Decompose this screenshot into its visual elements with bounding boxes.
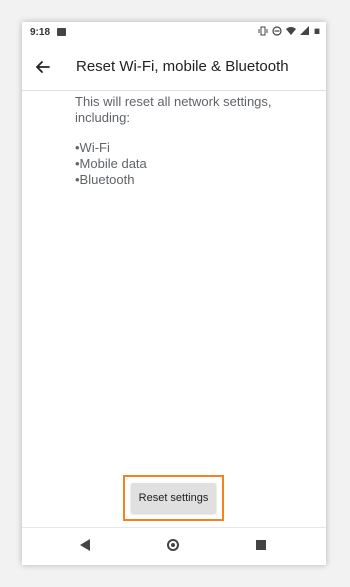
reset-items-list: •Wi-Fi •Mobile data •Bluetooth: [75, 140, 315, 188]
nav-recents-icon[interactable]: [256, 540, 266, 550]
arrow-back-icon: [36, 61, 50, 73]
list-item: •Mobile data: [75, 156, 147, 171]
nav-back-icon[interactable]: [80, 539, 90, 551]
wifi-icon: [286, 27, 296, 35]
status-time: 9:18: [30, 27, 51, 38]
status-icons: [258, 26, 320, 36]
list-item: •Wi-Fi: [75, 140, 110, 155]
image-icon: [57, 28, 66, 36]
content-area: This will reset all network settings, in…: [75, 94, 315, 188]
page-title: Reset Wi-Fi, mobile & Bluetooth: [76, 58, 289, 75]
list-item: •Bluetooth: [75, 172, 135, 187]
screenshot-frame: 9:18 Reset Wi-Fi, mobile & Bluetooth Thi…: [0, 0, 350, 587]
description-text: This will reset all network settings, in…: [75, 94, 272, 125]
nav-home-icon[interactable]: [167, 539, 179, 551]
signal-icon: [300, 26, 309, 35]
do-not-disturb-icon: [272, 26, 282, 36]
navigation-bar: [22, 527, 326, 565]
status-bar: 9:18: [22, 22, 326, 44]
phone-screen: 9:18 Reset Wi-Fi, mobile & Bluetooth Thi…: [22, 22, 326, 565]
vibrate-icon: [258, 26, 268, 36]
app-bar: Reset Wi-Fi, mobile & Bluetooth: [22, 44, 326, 91]
back-button[interactable]: [32, 56, 54, 78]
reset-settings-button[interactable]: Reset settings: [131, 483, 216, 513]
reset-button-highlight: Reset settings: [123, 475, 224, 521]
battery-icon: [314, 28, 320, 34]
